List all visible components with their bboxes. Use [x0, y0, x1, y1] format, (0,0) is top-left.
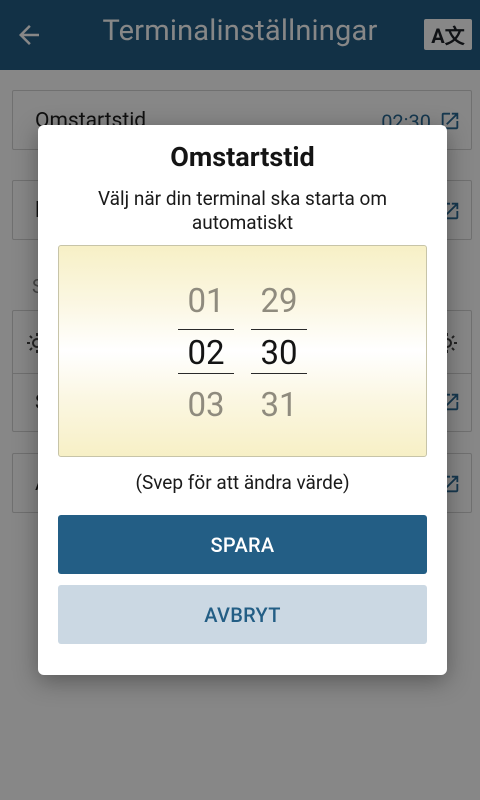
selection-line [178, 329, 234, 330]
minute-prev[interactable]: 29 [251, 282, 307, 321]
dialog-description: Välj när din terminal ska starta om auto… [97, 187, 388, 234]
minute-wheel[interactable]: 29 30 31 [251, 246, 307, 458]
selection-line [251, 373, 307, 374]
selection-line [178, 373, 234, 374]
swipe-hint: (Svep för att ändra värde) [135, 471, 350, 494]
minute-current[interactable]: 30 [251, 334, 307, 373]
cancel-button[interactable]: AVBRYT [58, 585, 427, 644]
dialog-title: Omstartstid [170, 141, 315, 173]
selection-line [251, 329, 307, 330]
time-picker[interactable]: 01 02 03 29 30 31 [58, 245, 427, 457]
minute-next[interactable]: 31 [251, 386, 307, 425]
hour-current[interactable]: 02 [178, 334, 234, 373]
restart-time-dialog: Omstartstid Välj när din terminal ska st… [38, 125, 447, 675]
hour-next[interactable]: 03 [178, 386, 234, 425]
hour-prev[interactable]: 01 [178, 282, 234, 321]
hour-wheel[interactable]: 01 02 03 [178, 246, 234, 458]
save-button[interactable]: SPARA [58, 515, 427, 574]
